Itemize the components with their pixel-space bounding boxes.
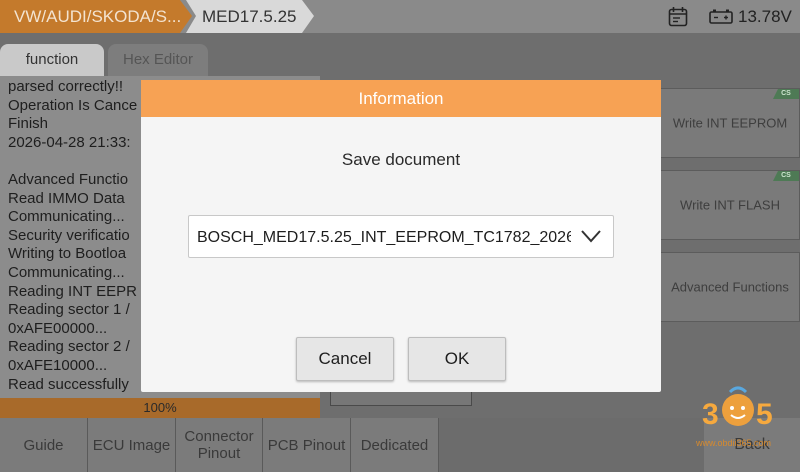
- nav-connector-pinout[interactable]: Connector Pinout: [176, 418, 263, 472]
- nav-ecu-image[interactable]: ECU Image: [88, 418, 176, 472]
- write-int-flash-button[interactable]: CS Write INT FLASH: [660, 170, 800, 240]
- file-name-value: BOSCH_MED17.5.25_INT_EEPROM_TC1782_20260: [197, 229, 571, 246]
- nav-guide[interactable]: Guide: [0, 418, 88, 472]
- function-label: Write INT EEPROM: [672, 115, 788, 131]
- voltage-readout: 13.78V: [738, 7, 792, 26]
- function-label: Write INT FLASH: [680, 197, 780, 213]
- nav-pcb-pinout[interactable]: PCB Pinout: [263, 418, 351, 472]
- advanced-functions-button[interactable]: Advanced Functions: [660, 252, 800, 322]
- tab-function[interactable]: function: [0, 44, 104, 76]
- calendar-icon[interactable]: [668, 6, 688, 27]
- svg-text:5: 5: [756, 398, 773, 431]
- progress-bar: 100%: [0, 398, 320, 418]
- dialog-message: Save document: [341, 150, 461, 169]
- battery-icon: [709, 9, 733, 24]
- svg-text:3: 3: [702, 398, 719, 431]
- file-name-select[interactable]: BOSCH_MED17.5.25_INT_EEPROM_TC1782_20260: [188, 215, 614, 258]
- chevron-down-icon[interactable]: [581, 229, 601, 243]
- progress-label: 100%: [143, 400, 177, 415]
- tab-hex-editor[interactable]: Hex Editor: [108, 44, 208, 76]
- nav-dedicated[interactable]: Dedicated: [351, 418, 439, 472]
- dialog-title: Information: [141, 80, 661, 117]
- cs-badge: CS: [773, 89, 799, 99]
- breadcrumb-vehicle[interactable]: VW/AUDI/SKODA/S...: [0, 0, 192, 33]
- breadcrumb-ecu[interactable]: MED17.5.25: [186, 0, 314, 33]
- cs-badge: CS: [773, 171, 799, 181]
- function-label: Advanced Functions: [671, 279, 789, 295]
- watermark-url: www.obdii365.com: [696, 438, 772, 448]
- information-dialog: Information Save document BOSCH_MED17.5.…: [141, 80, 661, 392]
- write-int-eeprom-button[interactable]: CS Write INT EEPROM: [660, 88, 800, 158]
- cancel-button[interactable]: Cancel: [296, 337, 394, 381]
- ok-button[interactable]: OK: [408, 337, 506, 381]
